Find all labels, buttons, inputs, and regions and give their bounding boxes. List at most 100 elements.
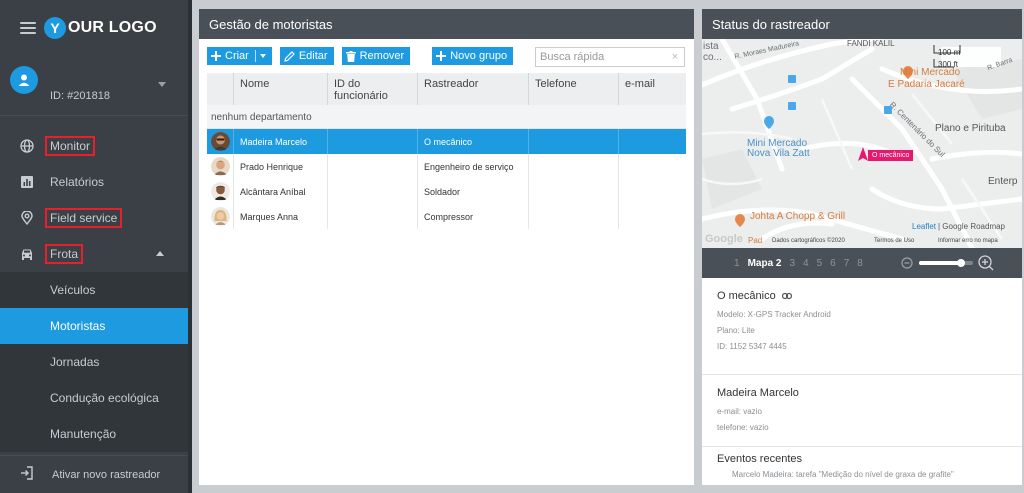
- column-header-email[interactable]: e-mail: [618, 73, 686, 105]
- drivers-panel: Gestão de motoristas Criar Editar Remove…: [199, 9, 694, 485]
- split-divider: [254, 50, 256, 62]
- caret-down-icon[interactable]: [259, 54, 266, 58]
- driver-phone: telefone: vazio: [717, 423, 769, 432]
- driver-email: e-mail: vazio: [717, 407, 762, 416]
- driver-avatar: [207, 129, 233, 154]
- map-poi-label: E Padaria Jacaré: [888, 79, 965, 90]
- cell-email: [618, 179, 686, 204]
- sidebar-item-label: Field service: [45, 208, 123, 228]
- zoom-out-icon[interactable]: [901, 256, 914, 270]
- map-page-7[interactable]: 7: [844, 258, 850, 269]
- map-page-6[interactable]: 6: [830, 258, 836, 269]
- sidebar-item-field-service[interactable]: Field service: [0, 200, 188, 236]
- map-terms-link[interactable]: Termos de Uso: [874, 238, 914, 244]
- globe-icon: [20, 139, 34, 153]
- sidebar-item-monitor[interactable]: Monitor: [0, 128, 188, 164]
- car-icon: [20, 247, 34, 261]
- user-id: ID: #201818: [50, 89, 110, 102]
- map-pin-icon: [20, 211, 34, 225]
- cell-tracker: O mecânico: [417, 129, 528, 154]
- map-page-4[interactable]: 4: [803, 258, 809, 269]
- zoom-slider[interactable]: [918, 258, 973, 268]
- cell-phone: [528, 204, 618, 229]
- hamburger-menu-icon[interactable]: [20, 22, 36, 34]
- new-group-button-label: Novo grupo: [450, 50, 508, 62]
- cell-tracker: Compressor: [417, 204, 528, 229]
- cell-employee-id: [327, 154, 417, 179]
- event-item[interactable]: Marcelo Madeira: tarefa "Medição do níve…: [717, 470, 1022, 479]
- cell-phone: [528, 179, 618, 204]
- device-title: O mecânico: [717, 290, 1022, 302]
- cell-employee-id: [327, 129, 417, 154]
- map-label: co...: [703, 52, 722, 63]
- sidebar-subitem-vehicles[interactable]: Veículos: [0, 272, 188, 308]
- chevron-down-icon[interactable]: [158, 82, 166, 87]
- driver-avatar: [207, 204, 233, 229]
- drivers-panel-title: Gestão de motoristas: [199, 9, 694, 39]
- drivers-toolbar: Criar Editar Remover Novo grupo Busca rá…: [199, 39, 694, 73]
- map-report-link[interactable]: Informar erro no mapa: [938, 238, 998, 244]
- sidebar-subitem-eco-driving[interactable]: Condução ecológica: [0, 380, 188, 416]
- leaflet-attribution-link[interactable]: Leaflet: [912, 222, 936, 231]
- sidebar-item-fleet[interactable]: Frota: [0, 236, 188, 272]
- cell-name: Alcântara Aníbal: [233, 179, 327, 204]
- column-header-name[interactable]: Nome: [233, 73, 327, 105]
- driver-name: Madeira Marcelo: [717, 387, 799, 399]
- sidebar-subitem-journeys[interactable]: Jornadas: [0, 344, 188, 380]
- google-logo: Google: [705, 233, 743, 245]
- sidebar-subitem-maintenance[interactable]: Manutenção: [0, 416, 188, 452]
- cell-phone: [528, 129, 618, 154]
- trash-icon: [345, 50, 356, 62]
- zoom-in-icon[interactable]: [978, 255, 994, 271]
- edit-button[interactable]: Editar: [279, 47, 334, 65]
- logo-text: OUR LOGO: [68, 19, 157, 36]
- activate-tracker-link[interactable]: Ativar novo rastreador: [0, 455, 188, 493]
- map-page-current[interactable]: Mapa 2: [748, 258, 782, 269]
- cell-employee-id: [327, 179, 417, 204]
- create-button[interactable]: Criar: [207, 47, 272, 65]
- plus-icon: [211, 51, 221, 61]
- table-row[interactable]: Madeira Marcelo O mecânico: [207, 129, 686, 154]
- column-avatar: [207, 73, 233, 105]
- sidebar: Y OUR LOGO ID: #201818 Monitor Relatório…: [0, 0, 188, 493]
- driver-avatar: [207, 179, 233, 204]
- user-avatar-icon: [10, 65, 38, 94]
- cell-tracker: Engenheiro de serviço: [417, 154, 528, 179]
- chevron-up-icon[interactable]: [156, 251, 164, 256]
- table-header: Nome ID do funcionário Rastreador Telefo…: [207, 73, 686, 105]
- plus-icon: [436, 51, 447, 61]
- cell-employee-id: [327, 204, 417, 229]
- tracker-marker-label[interactable]: O mecânico: [868, 150, 914, 161]
- driver-avatar: [207, 154, 233, 179]
- cell-email: [618, 204, 686, 229]
- sidebar-item-reports[interactable]: Relatórios: [0, 164, 188, 200]
- map-page-8[interactable]: 8: [857, 258, 863, 269]
- link-icon[interactable]: [781, 292, 792, 300]
- column-header-tracker[interactable]: Rastreador: [417, 73, 528, 105]
- cell-name: Prado Henrique: [233, 154, 327, 179]
- table-row[interactable]: Prado Henrique Engenheiro de serviço: [207, 154, 686, 179]
- user-menu[interactable]: ID: #201818: [0, 56, 188, 116]
- clear-search-icon[interactable]: ×: [672, 51, 678, 63]
- map-page-5[interactable]: 5: [817, 258, 823, 269]
- map-pager: 1 Mapa 2 3 4 5 6 7 8: [702, 248, 1022, 278]
- table-row[interactable]: Marques Anna Compressor: [207, 204, 686, 229]
- new-group-button[interactable]: Novo grupo: [432, 47, 514, 65]
- map-label: ista: [703, 41, 719, 52]
- logo-row: Y OUR LOGO: [0, 0, 188, 56]
- map-page-1[interactable]: 1: [734, 258, 740, 269]
- quick-search-input[interactable]: Busca rápida ×: [535, 47, 685, 67]
- sidebar-item-label: Monitor: [45, 136, 96, 156]
- device-plan: Plano: Lite: [717, 326, 755, 335]
- table-row[interactable]: Alcântara Aníbal Soldador: [207, 179, 686, 204]
- sidebar-scrollbar[interactable]: [188, 0, 192, 493]
- map-data-attribution: Dados cartográficos ©2020: [772, 238, 845, 244]
- map-view[interactable]: ista co... R. Moraes Madureira FANDI KAL…: [702, 39, 1022, 248]
- map-page-3[interactable]: 3: [789, 258, 795, 269]
- sidebar-subitem-drivers[interactable]: Motoristas: [0, 308, 188, 344]
- cell-email: [618, 129, 686, 154]
- column-header-employee-id[interactable]: ID do funcionário: [327, 73, 417, 105]
- department-group[interactable]: nenhum departamento: [207, 105, 686, 129]
- remove-button[interactable]: Remover: [341, 47, 411, 65]
- column-header-phone[interactable]: Telefone: [528, 73, 618, 105]
